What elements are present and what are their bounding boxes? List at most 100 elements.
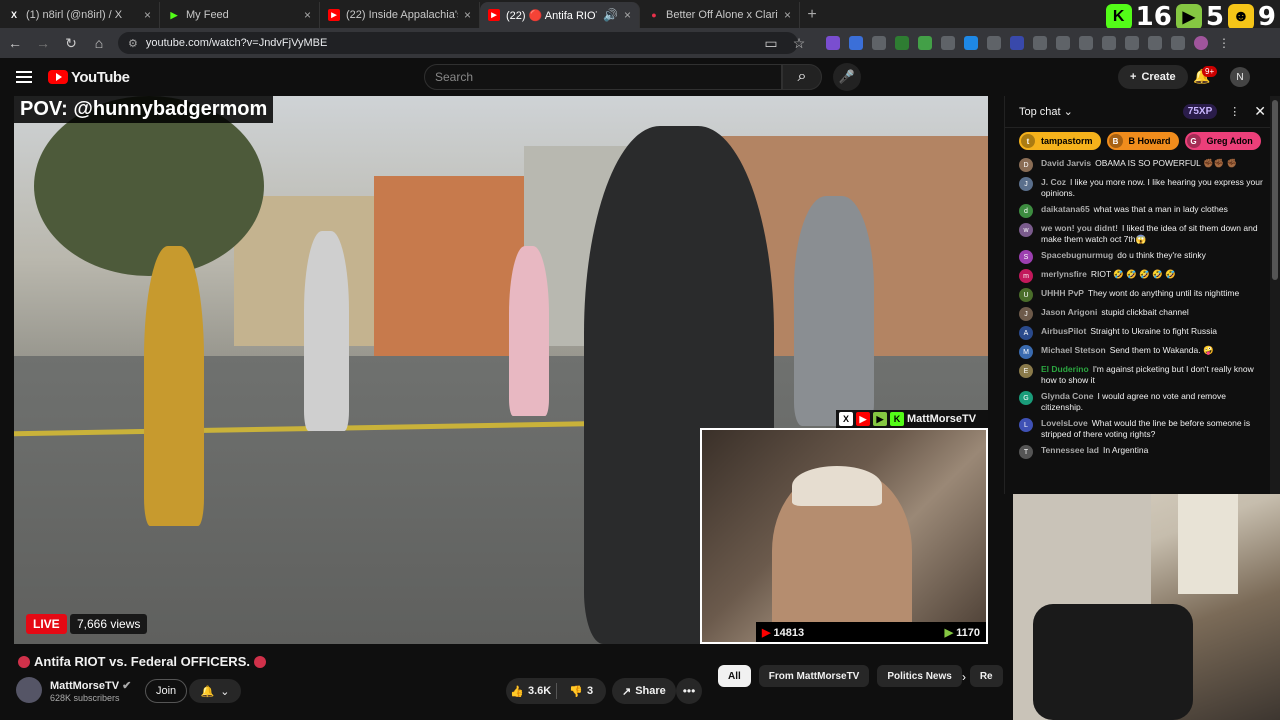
- home-icon[interactable]: ⌂: [90, 35, 108, 51]
- browser-tab[interactable]: X (1) n8irl (@n8irl) / X ×: [0, 2, 160, 28]
- extension-icon[interactable]: [987, 36, 1001, 50]
- close-tab-icon[interactable]: ×: [624, 8, 631, 22]
- streamer-cap: [792, 466, 882, 506]
- browser-tab-active[interactable]: ▶ (22) 🔴 Antifa RIOT vs. Fede 🔊 ×: [480, 2, 640, 28]
- chat-avatar[interactable]: m: [1019, 269, 1033, 283]
- address-bar[interactable]: ⚙ youtube.com/watch?v=JndvFjVyMBE: [118, 32, 798, 54]
- chat-avatar[interactable]: U: [1019, 288, 1033, 302]
- channel-name[interactable]: MattMorseTV ✔: [50, 679, 131, 692]
- pinned-donor[interactable]: G Greg Adon: [1184, 132, 1261, 150]
- extension-icon[interactable]: [1010, 36, 1024, 50]
- join-button[interactable]: Join: [145, 679, 188, 703]
- extension-icon[interactable]: [849, 36, 863, 50]
- browser-tab[interactable]: ● Better Off Alone x Clarity (agai ×: [640, 2, 800, 28]
- more-vert-icon[interactable]: ⋮: [1229, 105, 1240, 118]
- chat-author[interactable]: David Jarvis: [1041, 158, 1091, 168]
- chat-avatar[interactable]: d: [1019, 204, 1033, 218]
- chat-avatar[interactable]: L: [1019, 418, 1033, 432]
- video-player[interactable]: POV: @hunnybadgermom LIVE 7,666 views X …: [14, 96, 988, 644]
- cast-icon[interactable]: ▭: [762, 35, 780, 52]
- extension-icon[interactable]: [872, 36, 886, 50]
- extension-icon[interactable]: [941, 36, 955, 50]
- chip-from-channel[interactable]: From MattMorseTV: [758, 665, 870, 687]
- search-button[interactable]: ⌕: [782, 64, 822, 90]
- pinned-donor[interactable]: t tampastorm: [1019, 132, 1101, 150]
- back-arrow-icon[interactable]: ←: [6, 35, 24, 51]
- hamburger-menu-icon[interactable]: [16, 71, 32, 83]
- chat-author[interactable]: LovelsLove: [1041, 418, 1088, 428]
- dislike-button[interactable]: 👎 3: [557, 685, 607, 698]
- page-scrollbar[interactable]: [1270, 96, 1280, 494]
- chat-mode-selector[interactable]: Top chat ⌄: [1019, 105, 1183, 118]
- pinned-donor[interactable]: B B Howard: [1106, 132, 1179, 150]
- menu-dots-icon[interactable]: ⋮: [1217, 36, 1231, 50]
- channel-avatar[interactable]: [16, 677, 42, 703]
- chip-all[interactable]: All: [718, 665, 751, 687]
- chevron-right-icon[interactable]: ›: [962, 670, 966, 684]
- more-actions-button[interactable]: •••: [676, 678, 702, 704]
- new-tab-button[interactable]: +: [800, 2, 824, 28]
- extension-icon[interactable]: [918, 36, 932, 50]
- subscribed-notify-button[interactable]: 🔔 ⌄: [189, 679, 241, 703]
- chat-avatar[interactable]: S: [1019, 250, 1033, 264]
- xp-badge[interactable]: 75XP: [1182, 104, 1218, 119]
- forward-arrow-icon[interactable]: →: [34, 35, 52, 51]
- chat-author[interactable]: Spacebugnurmug: [1041, 250, 1113, 260]
- puzzle-icon[interactable]: [1056, 36, 1070, 50]
- chat-avatar[interactable]: G: [1019, 391, 1033, 405]
- close-icon[interactable]: ✕: [1254, 103, 1266, 120]
- chip-politics-news[interactable]: Politics News: [877, 665, 962, 687]
- chat-author[interactable]: UHHH PvP: [1041, 288, 1084, 298]
- chat-author[interactable]: merlynsfire: [1041, 269, 1087, 279]
- share-button[interactable]: ↗ Share: [612, 678, 676, 704]
- chat-author[interactable]: J. Coz: [1041, 177, 1066, 187]
- chat-avatar[interactable]: J: [1019, 177, 1033, 191]
- extension-icon[interactable]: [895, 36, 909, 50]
- background-building: [374, 176, 524, 356]
- create-button[interactable]: + Create: [1118, 65, 1188, 89]
- reading-list-icon[interactable]: [1148, 36, 1162, 50]
- side-panel-icon[interactable]: [1171, 36, 1185, 50]
- close-tab-icon[interactable]: ×: [144, 8, 151, 22]
- chat-author[interactable]: Michael Stetson: [1041, 345, 1106, 355]
- chat-author[interactable]: Glynda Cone: [1041, 391, 1093, 401]
- extension-icon[interactable]: [964, 36, 978, 50]
- chat-author[interactable]: we won! you didnt!: [1041, 223, 1118, 233]
- browser-tab[interactable]: ▶ My Feed ×: [160, 2, 320, 28]
- bookmark-star-icon[interactable]: ☆: [790, 35, 808, 52]
- extension-icon[interactable]: [1033, 36, 1047, 50]
- chat-author[interactable]: El Duderino: [1041, 364, 1089, 374]
- extension-icon[interactable]: [826, 36, 840, 50]
- chat-author[interactable]: daikatana65: [1041, 204, 1090, 214]
- chat-avatar[interactable]: w: [1019, 223, 1033, 237]
- speaker-icon[interactable]: 🔊: [603, 8, 618, 22]
- voice-search-button[interactable]: 🎤: [833, 63, 861, 91]
- chat-avatar[interactable]: A: [1019, 326, 1033, 340]
- close-tab-icon[interactable]: ×: [464, 8, 471, 22]
- search-input[interactable]: Search: [424, 64, 782, 90]
- browser-tab[interactable]: ▶ (22) Inside Appalachia's Most S ×: [320, 2, 480, 28]
- chat-avatar[interactable]: T: [1019, 445, 1033, 459]
- chip-related[interactable]: Re: [969, 665, 1003, 687]
- code-icon[interactable]: [1125, 36, 1139, 50]
- person-figure: [304, 231, 349, 431]
- profile-icon[interactable]: [1194, 36, 1208, 50]
- reload-icon[interactable]: ↻: [62, 35, 80, 52]
- chat-avatar[interactable]: J: [1019, 307, 1033, 321]
- account-avatar[interactable]: N: [1230, 67, 1250, 87]
- close-tab-icon[interactable]: ×: [304, 8, 311, 22]
- chat-message: L LovelsLove What would the line be before…: [1019, 418, 1266, 440]
- history-icon[interactable]: [1079, 36, 1093, 50]
- site-info-icon[interactable]: ⚙: [128, 37, 138, 50]
- chat-avatar[interactable]: E: [1019, 364, 1033, 378]
- page-scrollbar-thumb[interactable]: [1272, 100, 1278, 280]
- like-button[interactable]: 👍 3.6K: [506, 685, 556, 698]
- youtube-logo[interactable]: YouTube: [48, 69, 130, 86]
- chat-author[interactable]: AirbusPilot: [1041, 326, 1086, 336]
- chat-author[interactable]: Tennessee lad: [1041, 445, 1099, 455]
- chat-avatar[interactable]: M: [1019, 345, 1033, 359]
- close-tab-icon[interactable]: ×: [784, 8, 791, 22]
- extension-icon[interactable]: [1102, 36, 1116, 50]
- chat-avatar[interactable]: D: [1019, 158, 1033, 172]
- chat-author[interactable]: Jason Arigoni: [1041, 307, 1097, 317]
